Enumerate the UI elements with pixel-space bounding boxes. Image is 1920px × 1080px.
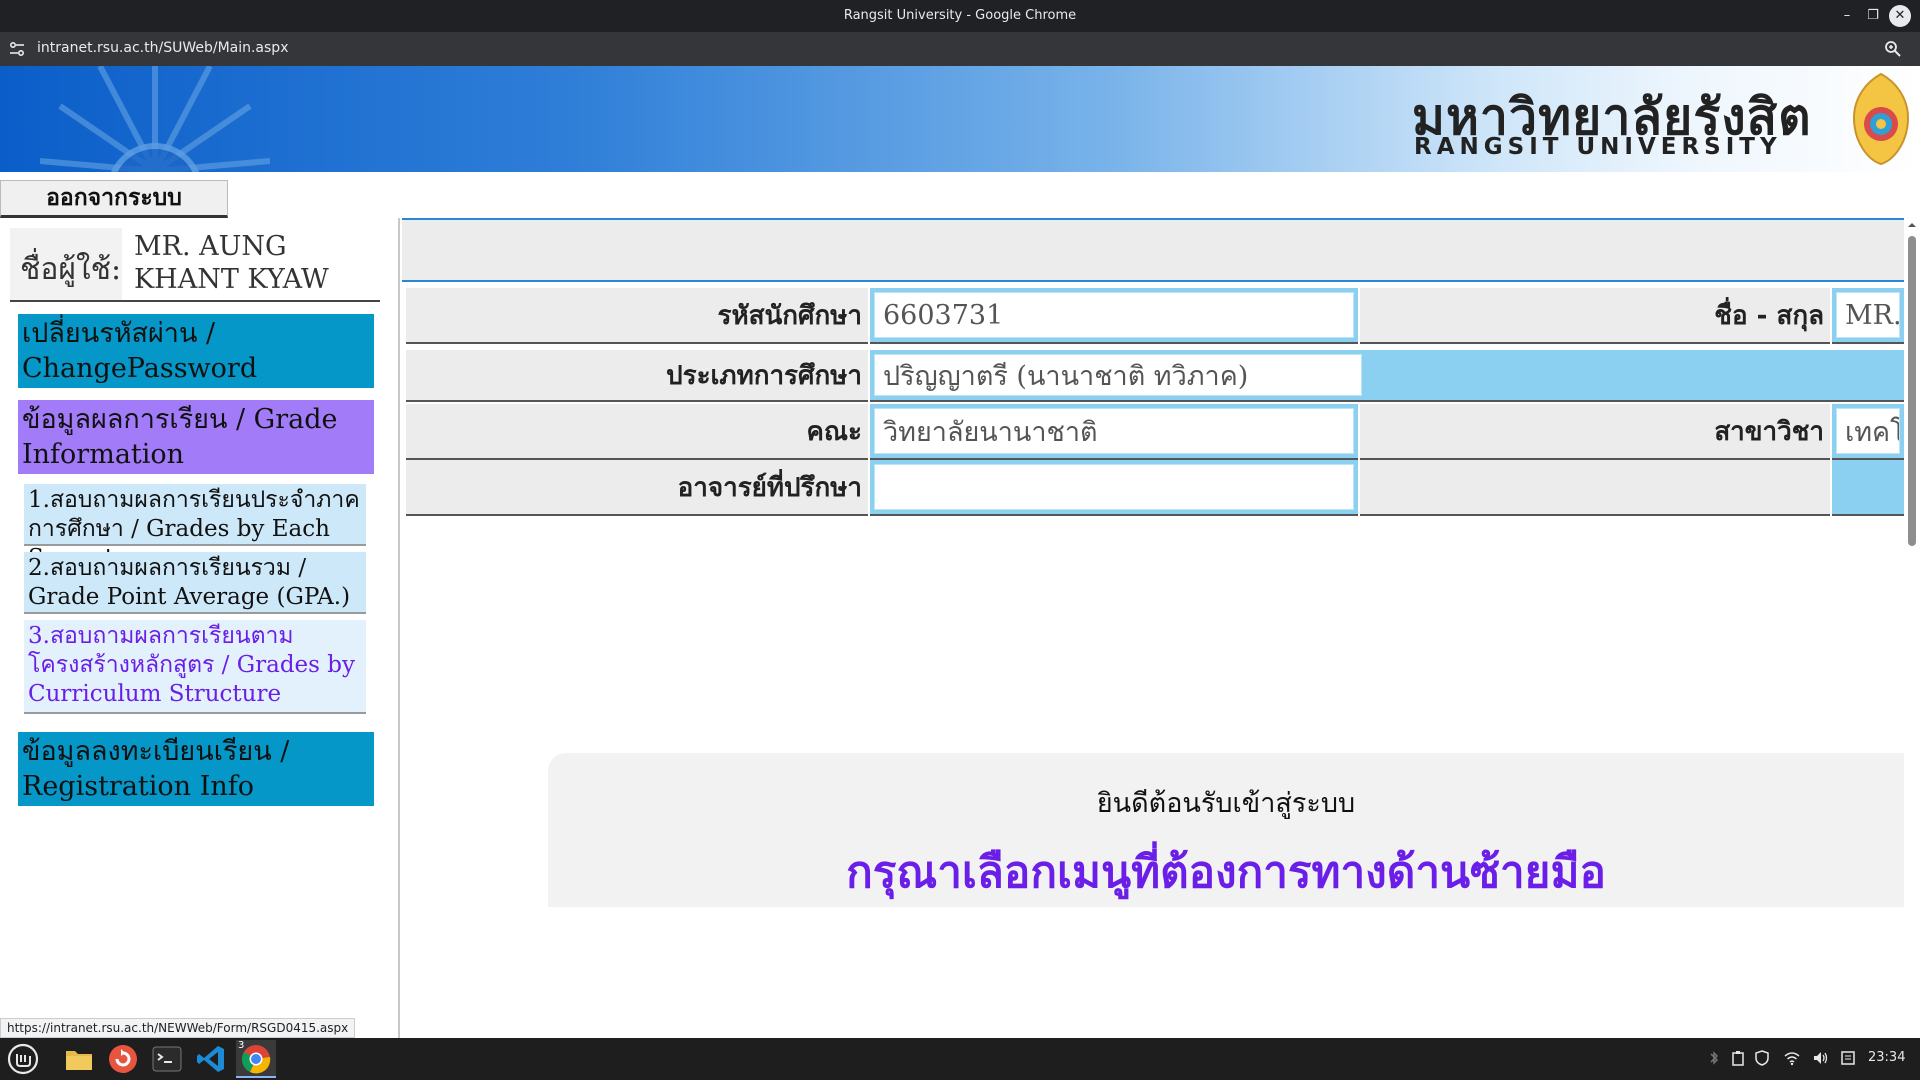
change-password-button[interactable]: เปลี่ยนรหัสผ่าน / ChangePassword (18, 314, 374, 388)
advisor-field[interactable] (874, 464, 1354, 510)
volume-icon[interactable] (1812, 1050, 1828, 1066)
select-menu-instruction: กรุณาเลือกเมนูที่ต้องการทางด้านซ้ายมือ (846, 847, 1606, 898)
welcome-message: ยินดีต้อนรับเข้าสู่ระบบ (1096, 788, 1356, 819)
university-banner: มหาวิทยาลัยรังสิต RANGSIT UNIVERSITY (0, 66, 1920, 172)
advisor-label: อาจารย์ที่ปรึกษา (406, 460, 868, 516)
vscode-icon[interactable] (194, 1042, 228, 1076)
site-settings-icon[interactable] (8, 40, 26, 58)
vertical-scrollbar[interactable] (1904, 218, 1920, 1038)
student-id-field-wrap: 6603731 (870, 288, 1358, 344)
clock: 23:34 (1868, 1050, 1906, 1065)
window-title: Rangsit University - Google Chrome (843, 8, 1077, 23)
full-name-field-wrap: MR. A (1832, 288, 1904, 344)
app-refresh-icon[interactable] (106, 1042, 140, 1076)
user-name: MR. AUNG KHANT KYAW (122, 228, 380, 300)
shield-icon[interactable] (1754, 1050, 1770, 1066)
chrome-taskbar-item[interactable]: 3 (236, 1040, 276, 1078)
student-id-label: รหัสนักศึกษา (406, 288, 868, 344)
faculty-field[interactable]: วิทยาลัยนานาชาติ (874, 408, 1354, 454)
major-label: สาขาวิชา (1360, 404, 1830, 460)
faculty-label: คณะ (406, 404, 868, 460)
student-id-field[interactable]: 6603731 (874, 292, 1354, 338)
chrome-icon (241, 1045, 271, 1074)
sun-emblem-icon (40, 66, 270, 172)
url-text[interactable]: intranet.rsu.ac.th/SUWeb/Main.aspx (37, 40, 288, 56)
grade-information-button[interactable]: ข้อมูลผลการเรียน / Grade Information (18, 400, 374, 474)
grades-by-curriculum-link[interactable]: 3.สอบถามผลการเรียนตามโครงสร้างหลักสูตร /… (24, 620, 366, 714)
minimize-button[interactable]: – (1836, 5, 1858, 27)
clipboard-icon[interactable] (1730, 1050, 1746, 1066)
address-bar[interactable]: intranet.rsu.ac.th/SUWeb/Main.aspx (0, 32, 1920, 66)
main-content: รหัสนักศึกษา 6603731 ชื่อ - สกุล MR. A ป… (402, 218, 1904, 1038)
scroll-up-arrow-icon[interactable] (1907, 220, 1917, 230)
registration-info-button[interactable]: ข้อมูลลงทะเบียนเรียน / Registration Info (18, 732, 374, 806)
grades-by-semester-link[interactable]: 1.สอบถามผลการเรียนประจำภาคการศึกษา / Gra… (24, 484, 366, 571)
faculty-field-wrap: วิทยาลัยนานาชาติ (870, 404, 1358, 460)
advisor-row-end-cell (1832, 460, 1904, 516)
notes-icon[interactable] (1840, 1050, 1856, 1066)
mint-menu-icon[interactable] (6, 1042, 40, 1076)
info-header-bar (402, 218, 1904, 282)
user-label: ชื่อผู้ใช้: (20, 252, 122, 287)
left-menu: ชื่อผู้ใช้: MR. AUNG KHANT KYAW เปลี่ยนร… (0, 218, 400, 1038)
major-field[interactable]: เทคโน (1836, 408, 1900, 454)
wifi-icon[interactable] (1784, 1050, 1800, 1066)
full-name-field[interactable]: MR. A (1836, 292, 1900, 338)
advisor-field-wrap (870, 460, 1358, 516)
link-status-tooltip: https://intranet.rsu.ac.th/NEWWeb/Form/R… (0, 1018, 356, 1038)
grade-point-average-link[interactable]: 2.สอบถามผลการเรียนรวม / Grade Point Aver… (24, 552, 366, 614)
terminal-icon[interactable] (150, 1042, 184, 1076)
welcome-panel: ยินดีต้อนรับเข้าสู่ระบบ กรุณาเลือกเมนูที… (548, 753, 1904, 907)
education-type-label: ประเภทการศึกษา (406, 350, 868, 402)
page-viewport: มหาวิทยาลัยรังสิต RANGSIT UNIVERSITY ออก… (0, 66, 1920, 1038)
restore-button[interactable]: ❐ (1862, 5, 1884, 27)
zoom-icon[interactable] (1884, 40, 1902, 58)
chrome-window-count: 3 (238, 1040, 245, 1051)
window-titlebar: Rangsit University - Google Chrome – ❐ ✕ (0, 0, 1920, 32)
system-taskbar: 3 23:34 (0, 1038, 1920, 1080)
files-folder-icon[interactable] (62, 1042, 96, 1076)
university-name-english: RANGSIT UNIVERSITY (1414, 134, 1782, 160)
logout-button[interactable]: ออกจากระบบ (0, 180, 228, 218)
close-button[interactable]: ✕ (1889, 5, 1911, 27)
advisor-row-spacer (1360, 460, 1830, 516)
education-type-field-wrap: ปริญญาตรี (นานาชาติ ทวิภาค) (870, 350, 1904, 402)
major-field-wrap: เทคโน (1832, 404, 1904, 460)
bluetooth-icon[interactable] (1706, 1050, 1722, 1066)
vertical-scroll-thumb[interactable] (1908, 236, 1916, 546)
full-name-label: ชื่อ - สกุล (1360, 288, 1830, 344)
university-seal-icon (1852, 72, 1910, 166)
user-info: ชื่อผู้ใช้: MR. AUNG KHANT KYAW (10, 228, 380, 302)
education-type-field[interactable]: ปริญญาตรี (นานาชาติ ทวิภาค) (874, 354, 1362, 396)
